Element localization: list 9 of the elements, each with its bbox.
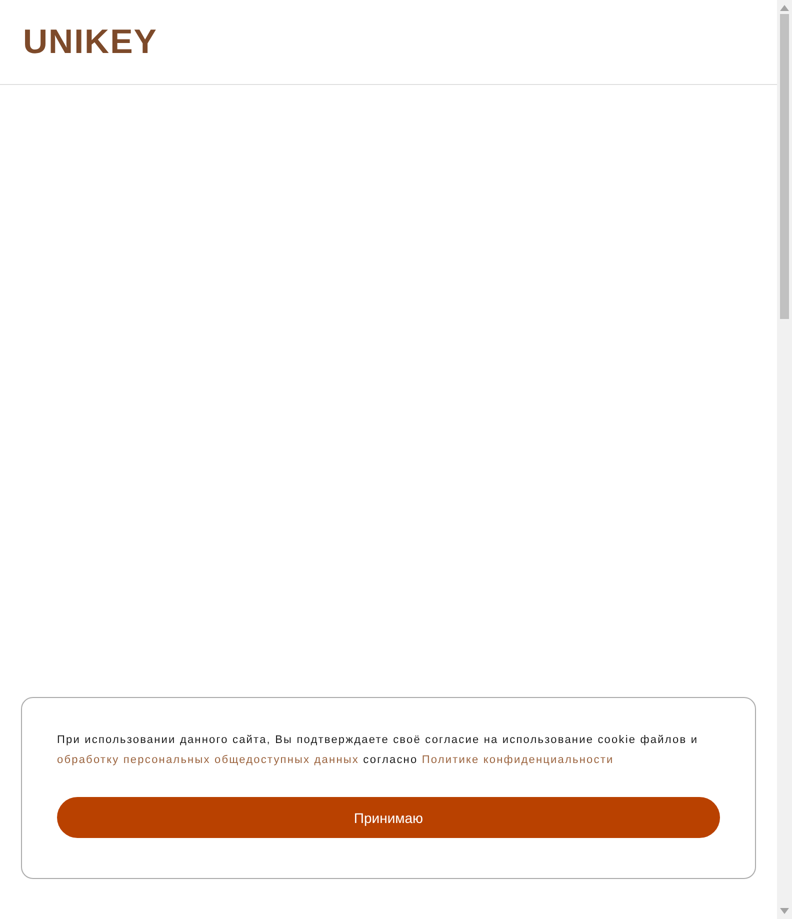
consent-text: При использовании данного сайта, Вы подтверждаете своё согласие на использование cookie файлов и обработку персональных общедоступных данных согласно Политике конфиденциальности [57,733,700,768]
up-arrow-icon[interactable] [780,5,789,11]
logo[interactable]: UNIKEY [23,25,158,59]
scrollbar-thumb[interactable] [780,14,789,319]
policy-link[interactable]: Политике конфиденциальности [422,754,614,766]
down-arrow-icon[interactable] [780,908,789,914]
scrollbar[interactable] [777,0,792,919]
accept-button[interactable]: Принимаю [57,797,720,838]
policy-link[interactable]: обработку персональных общедоступных данных [57,754,359,766]
